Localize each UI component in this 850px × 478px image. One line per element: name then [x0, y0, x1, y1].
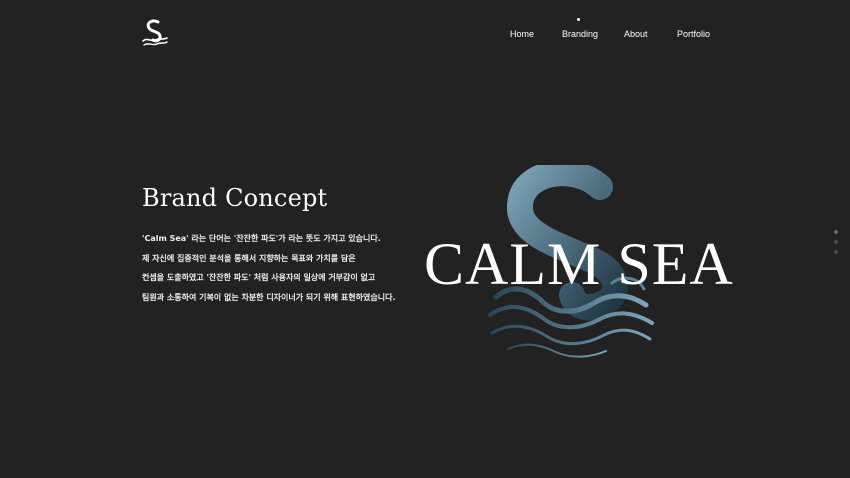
description-line: 컨셉을 도출하였고 '잔잔한 파도' 처럼 사용자의 일상에 거부감이 없고: [142, 273, 376, 283]
description-line: 제 자신에 집중적인 분석을 통해서 지향하는 목표와 가치를 담은: [142, 253, 356, 263]
description-line: 'Calm Sea' 라는 단어는 '잔잔한 파도'가 라는 뜻도 가지고 있습…: [142, 234, 381, 243]
active-nav-indicator: [577, 18, 580, 21]
nav-portfolio-link[interactable]: Portfolio: [677, 28, 710, 40]
concept-description: 'Calm Sea' 라는 단어는 '잔잔한 파도'가 라는 뜻도 가지고 있습…: [142, 229, 395, 308]
pager-dot[interactable]: [834, 230, 838, 234]
description-line: 팀원과 소통하여 기복이 없는 차분한 디자이너가 되기 위해 표현하였습니다.: [142, 293, 396, 303]
main-nav: Home Branding About Portfolio: [0, 28, 850, 42]
page-title: Brand Concept: [142, 184, 328, 213]
nav-about-link[interactable]: About: [624, 28, 648, 40]
pager-dot[interactable]: [834, 250, 838, 254]
nav-home-link[interactable]: Home: [510, 28, 534, 40]
nav-branding-link[interactable]: Branding: [562, 28, 598, 40]
section-pager: [832, 230, 840, 256]
pager-dot[interactable]: [834, 240, 838, 244]
brand-wordmark: CALM SEA: [424, 231, 734, 297]
